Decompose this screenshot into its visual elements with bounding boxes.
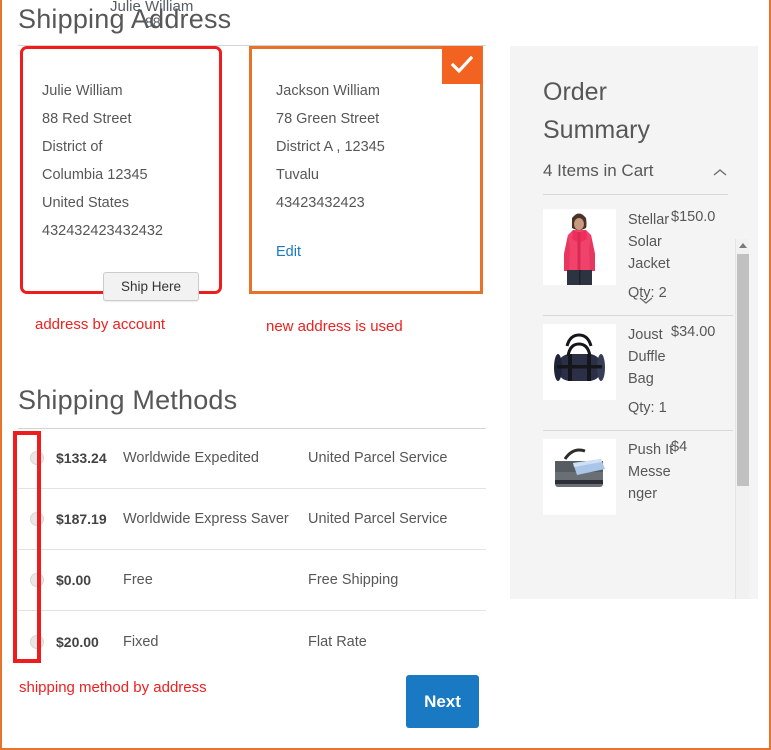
- shipping-method-radio-cell[interactable]: [18, 512, 56, 526]
- table-row[interactable]: $133.24 Worldwide Expedited United Parce…: [18, 428, 486, 489]
- annotation-address-by-account: address by account: [35, 316, 166, 333]
- chevron-down-icon[interactable]: [638, 293, 654, 304]
- shipping-method-carrier: Free Shipping: [308, 572, 399, 588]
- vertical-scroll-thumb[interactable]: [737, 254, 749, 486]
- address-street: 78 Green Street: [276, 111, 380, 127]
- shipping-method-name: Worldwide Expedited: [123, 450, 259, 466]
- shipping-method-name: Worldwide Express Saver: [123, 511, 289, 527]
- table-row[interactable]: $20.00 Fixed Flat Rate: [18, 611, 486, 672]
- product-thumbnail-jacket: [543, 209, 616, 285]
- address-region: District A , 12345: [276, 139, 385, 155]
- address-city-1: District of: [42, 139, 103, 155]
- order-summary-heading: Order Summary: [543, 78, 650, 144]
- checkout-left-column: Shipping Address Julie William 88 Red St…: [2, 0, 502, 748]
- list-item[interactable]: Joust Duffle Bag $34.00 Qty: 1: [543, 316, 733, 431]
- annotation-new-address-used: new address is used: [266, 318, 403, 335]
- shipping-methods-heading: Shipping Methods: [18, 385, 238, 415]
- items-in-cart-label: 4 Items in Cart: [543, 161, 654, 180]
- navy-duffle-bag-photo: [543, 324, 616, 400]
- ship-here-button[interactable]: Ship Here: [103, 272, 199, 301]
- checkout-page: Julie William 88 Shipping Address Julie …: [0, 0, 771, 750]
- items-in-cart-toggle[interactable]: 4 Items in Cart: [543, 161, 728, 181]
- product-price: $4: [671, 439, 688, 455]
- product-info-messenger: Push It Messenger $4: [616, 439, 733, 515]
- address-name: Julie William: [42, 83, 123, 99]
- check-icon: [451, 56, 473, 74]
- product-thumbnail-duffle: [543, 324, 616, 400]
- product-price: $150.0: [671, 209, 716, 225]
- cart-items-list: Stellar Solar Jacket $150.0 Qty: 2 Joust…: [543, 201, 733, 576]
- shipping-method-radio-cell[interactable]: [18, 634, 56, 649]
- product-price: $34.00: [671, 324, 716, 340]
- scroll-up-arrow-icon[interactable]: [739, 243, 747, 248]
- shipping-method-price: $133.24: [56, 450, 107, 466]
- radio-icon[interactable]: [30, 512, 44, 526]
- address-phone: 43423432423: [276, 195, 365, 211]
- address-lines-account: Julie William 88 Red Street District of …: [42, 77, 163, 245]
- address-country: United States: [42, 195, 130, 211]
- address-street: 88 Red Street: [42, 111, 132, 127]
- shipping-method-name: Free: [123, 572, 153, 588]
- list-item[interactable]: Push It Messenger $4: [543, 431, 733, 529]
- table-row[interactable]: $0.00 Free Free Shipping: [18, 550, 486, 611]
- product-info-duffle: Joust Duffle Bag $34.00 Qty: 1: [616, 324, 733, 416]
- shipping-method-carrier: United Parcel Service: [308, 450, 448, 466]
- product-thumbnail-messenger: [543, 439, 616, 515]
- pink-jacket-photo: [543, 209, 616, 285]
- address-card-account[interactable]: Julie William 88 Red Street District of …: [20, 46, 222, 294]
- table-row[interactable]: $187.19 Worldwide Express Saver United P…: [18, 489, 486, 550]
- shipping-method-carrier: United Parcel Service: [308, 511, 448, 527]
- product-info-jacket: Stellar Solar Jacket $150.0 Qty: 2: [616, 209, 733, 304]
- order-summary-panel: Order Summary 4 Items in Cart Stellar So…: [510, 46, 758, 599]
- address-country: Tuvalu: [276, 167, 319, 183]
- radio-icon[interactable]: [30, 451, 44, 465]
- stray-overlay-name: Julie William: [110, 0, 194, 15]
- radio-icon[interactable]: [30, 573, 44, 587]
- shipping-method-carrier: Flat Rate: [308, 633, 367, 650]
- next-button[interactable]: Next: [406, 675, 479, 728]
- chevron-up-icon: [712, 164, 728, 176]
- edit-address-link[interactable]: Edit: [276, 244, 301, 260]
- shipping-method-radio-cell[interactable]: [18, 573, 56, 587]
- stray-overlay-number: 88: [145, 14, 161, 30]
- shipping-method-price: $187.19: [56, 511, 107, 527]
- address-phone: 432432423432432: [42, 223, 163, 239]
- address-city-2: Columbia 12345: [42, 167, 148, 183]
- address-name: Jackson William: [276, 83, 380, 99]
- shipping-method-price: $0.00: [56, 572, 92, 588]
- items-divider: [543, 194, 728, 195]
- shipping-method-name: Fixed: [123, 633, 159, 650]
- selected-address-badge: [442, 46, 482, 84]
- address-lines-new: Jackson William 78 Green Street District…: [276, 77, 385, 217]
- annotation-shipping-method-by-address: shipping method by address: [19, 679, 207, 696]
- order-summary-vertical-scrollbar[interactable]: [735, 239, 749, 599]
- shipping-method-radio-cell[interactable]: [18, 451, 56, 465]
- messenger-bag-photo: [543, 439, 616, 515]
- list-item[interactable]: Stellar Solar Jacket $150.0 Qty: 2: [543, 201, 733, 316]
- shipping-methods-table: $133.24 Worldwide Expedited United Parce…: [18, 428, 486, 672]
- radio-icon[interactable]: [30, 634, 44, 649]
- shipping-method-price: $20.00: [56, 633, 99, 650]
- product-qty: Qty: 1: [628, 400, 667, 416]
